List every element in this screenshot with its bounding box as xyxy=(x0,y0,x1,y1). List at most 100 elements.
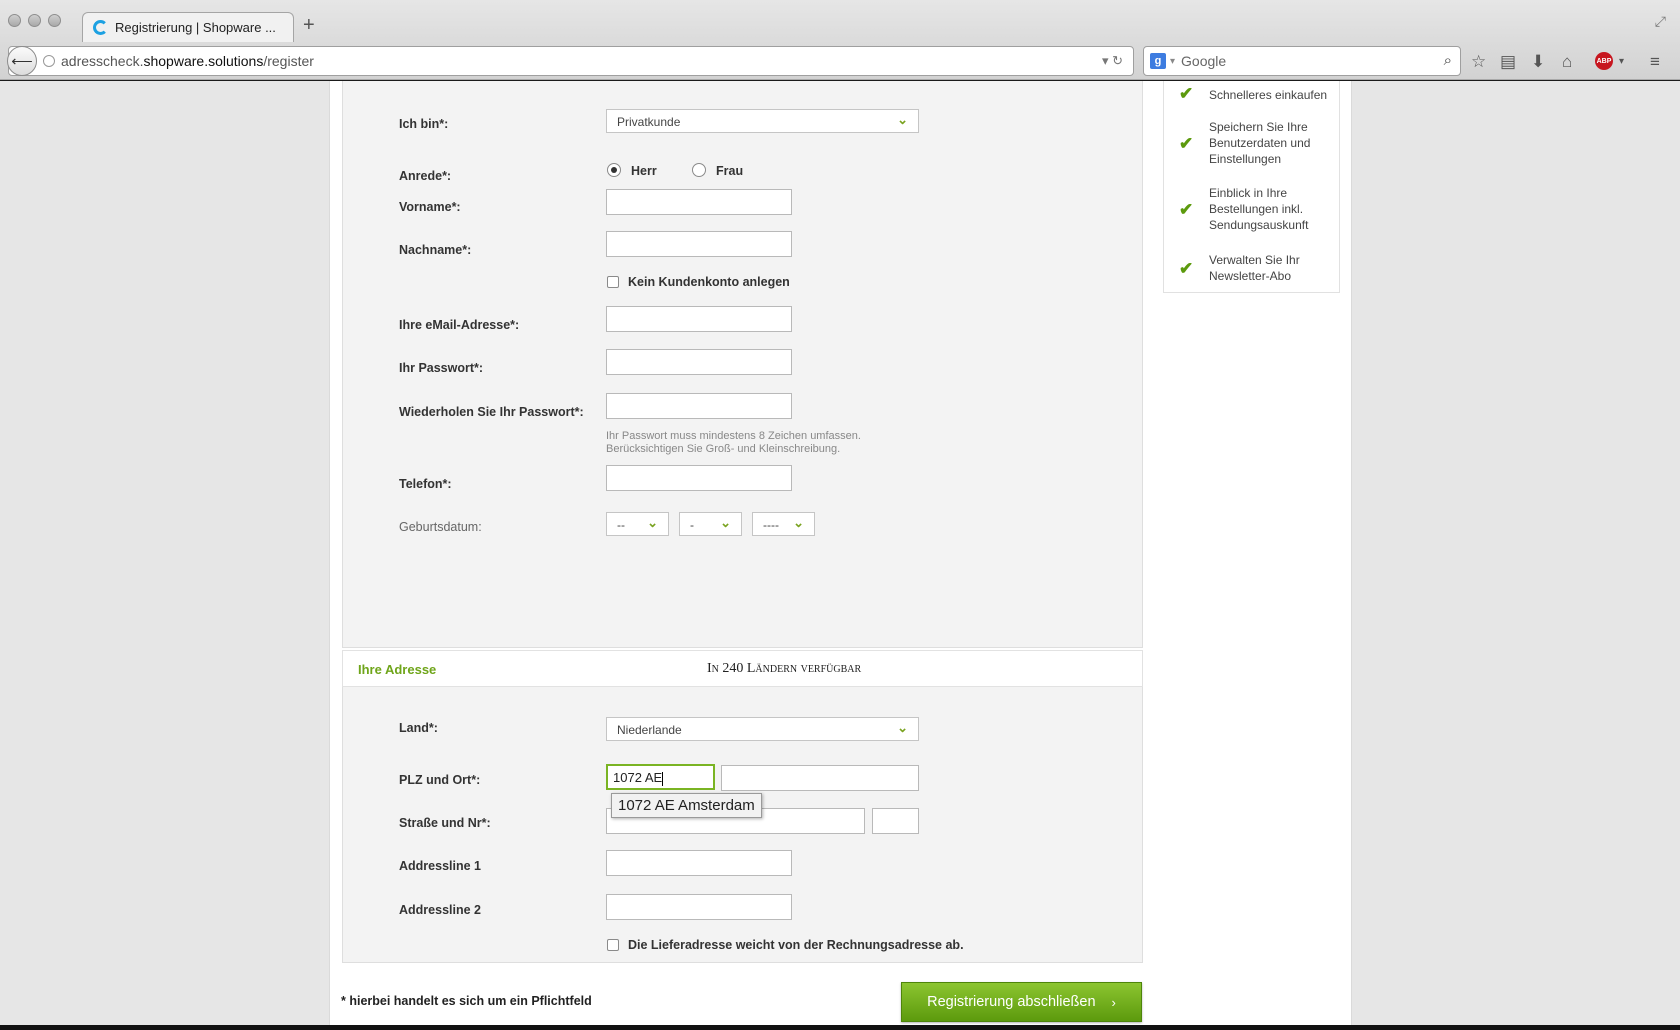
tab-title: Registrierung | Shopware ... xyxy=(115,20,276,35)
new-tab-button[interactable]: + xyxy=(303,14,315,37)
address-section-title: Ihre Adresse xyxy=(358,662,437,677)
address-section-header: Ihre Adresse In 240 Ländern verfügbar xyxy=(342,650,1143,687)
download-icon[interactable]: ⬇ xyxy=(1531,52,1545,72)
vorname-label: Vorname*: xyxy=(399,200,461,214)
addressline1-label: Addressline 1 xyxy=(399,859,481,873)
geburtsdatum-year-select[interactable]: ---- ⌄ xyxy=(752,512,815,536)
register-content: Ich bin*: Privatkunde ⌄ Anrede*: Herr Fr… xyxy=(329,81,1352,1025)
submit-registration-button[interactable]: Registrierung abschließen › xyxy=(901,982,1142,1022)
checkmark-icon: ✔ xyxy=(1179,259,1194,278)
reload-icon[interactable]: ▾ ↻ xyxy=(1102,53,1123,69)
email-input[interactable] xyxy=(606,306,792,332)
submit-label: Registrierung abschließen xyxy=(927,994,1096,1010)
fullscreen-icon[interactable]: ⤢ xyxy=(1655,13,1666,30)
close-window-button[interactable] xyxy=(8,14,21,27)
address-panel: Land*: Niederlande ⌄ PLZ und Ort*: 1072 … xyxy=(342,687,1143,963)
chevron-right-icon: › xyxy=(1111,994,1116,1010)
passwort-repeat-input[interactable] xyxy=(606,393,792,419)
bookmark-star-icon[interactable]: ☆ xyxy=(1471,52,1486,72)
text-cursor xyxy=(662,771,664,786)
ort-input[interactable] xyxy=(721,765,919,791)
customer-type-select[interactable]: Privatkunde ⌄ xyxy=(606,109,919,133)
page-viewport: Ich bin*: Privatkunde ⌄ Anrede*: Herr Fr… xyxy=(0,81,1680,1025)
back-arrow-icon[interactable]: ⟵ xyxy=(7,46,37,76)
hausnummer-input[interactable] xyxy=(872,808,919,834)
bookmarks-list-icon[interactable]: ▤ xyxy=(1500,52,1516,72)
chevron-down-icon: ⌄ xyxy=(720,515,731,530)
benefit-text: Speichern Sie Ihre Benutzerdaten und Ein… xyxy=(1209,120,1311,166)
anrede-herr-radio[interactable] xyxy=(607,163,621,177)
search-engine-dropdown-icon[interactable]: ▾ xyxy=(1170,56,1175,67)
anrede-frau-radio[interactable] xyxy=(692,163,706,177)
adblock-dropdown-icon[interactable]: ▾ xyxy=(1619,56,1624,67)
addressline2-input[interactable] xyxy=(606,894,792,920)
telefon-input[interactable] xyxy=(606,465,792,491)
window-bottom-edge xyxy=(0,1025,1680,1030)
plz-input[interactable]: 1072 AE xyxy=(606,764,715,790)
checkmark-icon: ✔ xyxy=(1179,200,1194,219)
chevron-down-icon: ⌄ xyxy=(897,720,908,735)
adblock-plus-icon[interactable]: ABP xyxy=(1595,52,1613,70)
land-value: Niederlande xyxy=(617,723,682,737)
email-label: Ihre eMail-Adresse*: xyxy=(399,318,520,332)
strasse-label: Straße und Nr*: xyxy=(399,816,491,830)
benefit-text: Einblick in Ihre Bestellungen inkl. Send… xyxy=(1209,186,1309,232)
browser-chrome: Registrierung | Shopware ... + ⤢ ⟵ adres… xyxy=(0,0,1680,80)
chevron-down-icon: ⌄ xyxy=(897,112,908,127)
passwort-hint-2: Berücksichtigen Sie Groß- und Kleinschre… xyxy=(606,443,841,455)
customer-type-value: Privatkunde xyxy=(617,115,681,129)
geburtsdatum-label: Geburtsdatum: xyxy=(399,520,482,534)
checkmark-icon: ✔ xyxy=(1179,134,1194,153)
chevron-down-icon: ⌄ xyxy=(647,515,658,530)
telefon-label: Telefon*: xyxy=(399,477,452,491)
passwort-label: Ihr Passwort*: xyxy=(399,361,484,375)
lieferadresse-checkbox[interactable] xyxy=(607,939,619,951)
anrede-frau-label: Frau xyxy=(716,164,744,178)
addressline2-label: Addressline 2 xyxy=(399,903,481,917)
search-bar[interactable]: g ▾ Google ⌕ xyxy=(1143,46,1461,76)
plz-autocomplete-suggestion[interactable]: 1072 AE Amsterdam xyxy=(611,793,762,818)
url-bar[interactable]: ⟵ adresscheck.shopware.solutions/registe… xyxy=(7,46,1134,76)
anrede-herr-label: Herr xyxy=(631,164,657,178)
address-section-subtitle: In 240 Ländern verfügbar xyxy=(707,661,862,676)
url-text: adresscheck.shopware.solutions/register xyxy=(61,53,314,69)
benefit-text: Schnelleres einkaufen xyxy=(1209,88,1328,102)
chevron-down-icon: ⌄ xyxy=(793,515,804,530)
menu-icon[interactable]: ≡ xyxy=(1650,52,1660,72)
plz-ort-label: PLZ und Ort*: xyxy=(399,773,481,787)
benefit-text: Verwalten Sie Ihr Newsletter-Abo xyxy=(1209,253,1300,283)
nachname-input[interactable] xyxy=(606,231,792,257)
geburtsdatum-month-select[interactable]: - ⌄ xyxy=(679,512,742,536)
google-icon[interactable]: g xyxy=(1150,53,1166,69)
browser-tab[interactable]: Registrierung | Shopware ... xyxy=(82,12,294,42)
minimize-window-button[interactable] xyxy=(28,14,41,27)
geb-month-value: - xyxy=(690,518,694,532)
addressline1-input[interactable] xyxy=(606,850,792,876)
passwort-hint-1: Ihr Passwort muss mindestens 8 Zeichen u… xyxy=(606,430,861,442)
magnifier-icon[interactable]: ⌕ xyxy=(1444,52,1452,69)
home-icon[interactable]: ⌂ xyxy=(1562,52,1572,72)
personal-data-panel: Ich bin*: Privatkunde ⌄ Anrede*: Herr Fr… xyxy=(342,81,1143,648)
required-field-note: * hierbei handelt es sich um ein Pflicht… xyxy=(341,994,592,1008)
anrede-label: Anrede*: xyxy=(399,169,452,183)
ich-bin-label: Ich bin*: xyxy=(399,117,449,131)
checkmark-icon: ✔ xyxy=(1179,84,1194,103)
search-placeholder: Google xyxy=(1181,53,1227,69)
globe-icon xyxy=(43,55,55,67)
nachname-label: Nachname*: xyxy=(399,243,472,257)
vorname-input[interactable] xyxy=(606,189,792,215)
lieferadresse-label: Die Lieferadresse weicht von der Rechnun… xyxy=(628,938,964,952)
passwort-repeat-label: Wiederholen Sie Ihr Passwort*: xyxy=(399,405,584,419)
geburtsdatum-day-select[interactable]: -- ⌄ xyxy=(606,512,669,536)
benefits-box: ✔ Schnelleres einkaufen ✔ Speichern Sie … xyxy=(1163,81,1340,293)
shopware-favicon-icon xyxy=(93,20,108,35)
kein-kundenkonto-checkbox[interactable] xyxy=(607,276,619,288)
zoom-window-button[interactable] xyxy=(48,14,61,27)
land-label: Land*: xyxy=(399,721,438,735)
plz-value: 1072 AE xyxy=(613,770,663,785)
passwort-input[interactable] xyxy=(606,349,792,375)
geb-year-value: ---- xyxy=(763,518,779,532)
geb-day-value: -- xyxy=(617,518,625,532)
kein-kundenkonto-label: Kein Kundenkonto anlegen xyxy=(628,275,790,289)
land-select[interactable]: Niederlande ⌄ xyxy=(606,717,919,741)
